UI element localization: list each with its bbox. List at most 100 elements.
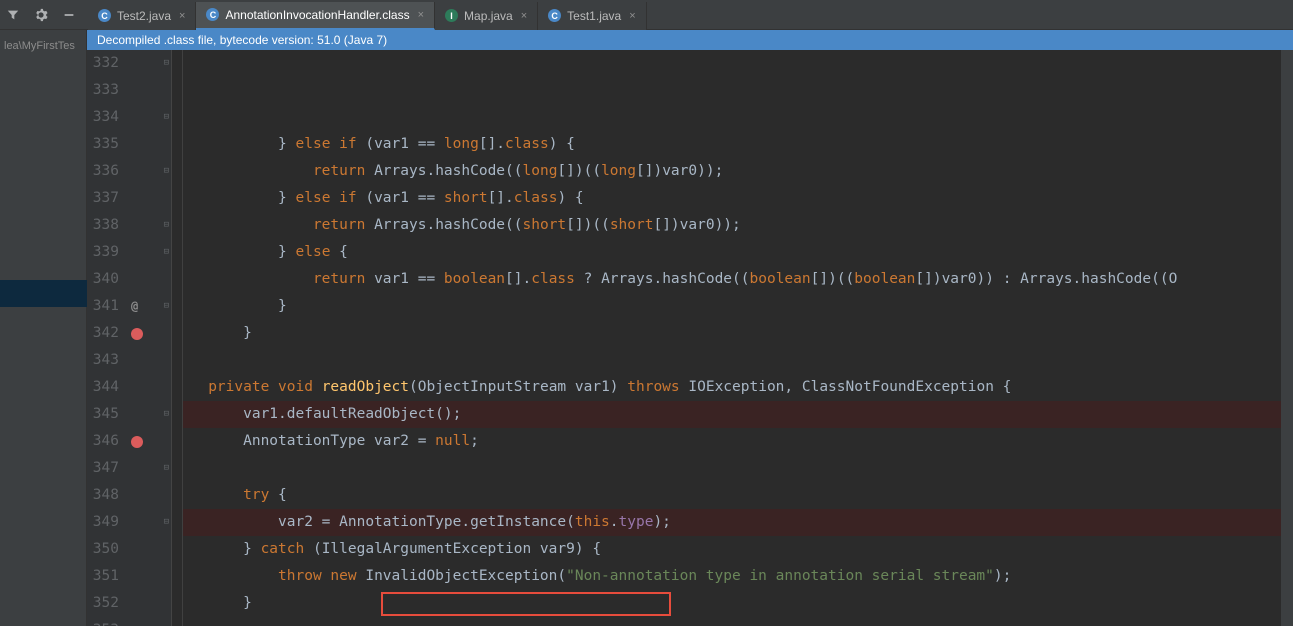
line-number: 335 [87,131,119,158]
line-number: 343 [87,347,119,374]
line-number: 333 [87,77,119,104]
tab-test2-java[interactable]: CTest2.java× [88,2,196,30]
code-line[interactable]: var2 = AnnotationType.getInstance(this.t… [182,509,1293,536]
gutter-row[interactable] [127,347,171,374]
tab-label: Map.java [464,9,513,23]
gutter-row[interactable] [127,482,171,509]
gutter-row[interactable]: ⊟ [127,50,171,77]
minimize-icon[interactable] [60,6,78,24]
code-line[interactable]: } [182,293,1293,320]
indent-guide [182,50,183,626]
tab-test1-java[interactable]: C Test1.java × [538,2,646,30]
filter-icon[interactable] [4,6,22,24]
gutter-row[interactable] [127,77,171,104]
line-number: 347 [87,455,119,482]
vertical-scrollbar[interactable] [1281,50,1293,626]
close-icon[interactable]: × [629,10,635,22]
fold-icon[interactable]: ⊟ [164,104,169,131]
tab-label: Test1.java [567,9,621,23]
code-line[interactable]: return Arrays.hashCode((short[])((short[… [182,212,1293,239]
file-type-icon: C [548,9,561,22]
editor-body[interactable]: 3323333343353363373383393403413423433443… [87,50,1293,626]
gutter-row[interactable] [127,617,171,626]
line-number: 352 [87,590,119,617]
code-line[interactable]: throw new InvalidObjectException("Non-an… [182,563,1293,590]
line-number: 351 [87,563,119,590]
code-line[interactable]: return Arrays.hashCode((long[])((long[])… [182,158,1293,185]
gutter-row[interactable]: ⊟ [127,509,171,536]
tab-map-java[interactable]: IMap.java× [435,2,538,30]
code-line[interactable]: } else if (var1 == long[].class) { [182,131,1293,158]
line-number: 344 [87,374,119,401]
code-line[interactable]: var1.defaultReadObject(); [182,401,1293,428]
line-number: 348 [87,482,119,509]
fold-icon[interactable]: ⊟ [164,455,169,482]
gutter-row[interactable]: ⊟ [127,455,171,482]
project-sidebar[interactable]: lea\MyFirstTes [0,30,87,626]
line-number: 341 [87,293,119,320]
code-line[interactable]: try { [182,482,1293,509]
line-number: 338 [87,212,119,239]
line-number: 337 [87,185,119,212]
gutter-row[interactable] [127,428,171,455]
line-number: 346 [87,428,119,455]
gutter-row[interactable]: ⊟ [127,104,171,131]
line-number: 342 [87,320,119,347]
gear-icon[interactable] [32,6,50,24]
line-number: 350 [87,536,119,563]
gutter-icons[interactable]: ⊟⊟⊟⊟⊟@⊟⊟⊟⊟ [127,50,172,626]
fold-icon[interactable]: ⊟ [164,158,169,185]
file-type-icon: C [206,8,219,21]
gutter-row[interactable]: ⊟ [127,212,171,239]
close-icon[interactable]: × [418,9,424,21]
code-line[interactable]: AnnotationType var2 = null; [182,428,1293,455]
code-line[interactable]: } else { [182,239,1293,266]
breakpoint-icon[interactable] [131,328,143,340]
code-area[interactable]: } else if (var1 == long[].class) { retur… [172,50,1293,626]
code-line[interactable]: } [182,590,1293,617]
code-line[interactable] [182,347,1293,374]
line-number: 349 [87,509,119,536]
toolbar-icons [0,6,82,24]
gutter-row[interactable] [127,185,171,212]
gutter-row[interactable]: ⊟ [127,158,171,185]
code-line[interactable]: } catch (IllegalArgumentException var9) … [182,536,1293,563]
fold-icon[interactable]: ⊟ [164,212,169,239]
gutter-row[interactable]: ⊟ [127,401,171,428]
code-line[interactable]: } else if (var1 == short[].class) { [182,185,1293,212]
gutter-row[interactable] [127,563,171,590]
gutter-row[interactable] [127,374,171,401]
code-line[interactable]: return var1 == boolean[].class ? Arrays.… [182,266,1293,293]
code-line[interactable] [182,617,1293,626]
fold-icon[interactable]: ⊟ [164,239,169,266]
fold-icon[interactable]: ⊟ [164,401,169,428]
line-number: 334 [87,104,119,131]
gutter-row[interactable] [127,536,171,563]
breakpoint-icon[interactable] [131,436,143,448]
main-container: lea\MyFirstTes Decompiled .class file, b… [0,30,1293,626]
line-number: 336 [87,158,119,185]
gutter-row[interactable] [127,266,171,293]
fold-icon[interactable]: ⊟ [164,50,169,77]
code-line[interactable]: } [182,320,1293,347]
top-bar: CTest2.java× C AnnotationInvocationHandler… [0,0,1293,30]
override-icon[interactable]: @ [131,293,138,320]
code-line[interactable] [182,455,1293,482]
gutter-row[interactable] [127,131,171,158]
code-line[interactable]: private void readObject(ObjectInputStrea… [182,374,1293,401]
tab-annotationinvocationhandler-class[interactable]: C AnnotationInvocationHandler.class × [196,2,435,30]
gutter-row[interactable] [127,590,171,617]
fold-icon[interactable]: ⊟ [164,509,169,536]
tab-label: AnnotationInvocationHandler.class [225,8,409,22]
line-number: 340 [87,266,119,293]
line-number: 345 [87,401,119,428]
fold-icon[interactable]: ⊟ [164,293,169,320]
gutter-row[interactable] [127,320,171,347]
close-icon[interactable]: × [179,10,185,22]
editor-tabs: CTest2.java× C AnnotationInvocationHandler… [88,0,647,30]
close-icon[interactable]: × [521,10,527,22]
gutter-row[interactable]: @⊟ [127,293,171,320]
gutter-line-numbers: 3323333343353363373383393403413423433443… [87,50,127,626]
gutter-row[interactable]: ⊟ [127,239,171,266]
decompiled-banner: Decompiled .class file, bytecode version… [87,30,1293,50]
